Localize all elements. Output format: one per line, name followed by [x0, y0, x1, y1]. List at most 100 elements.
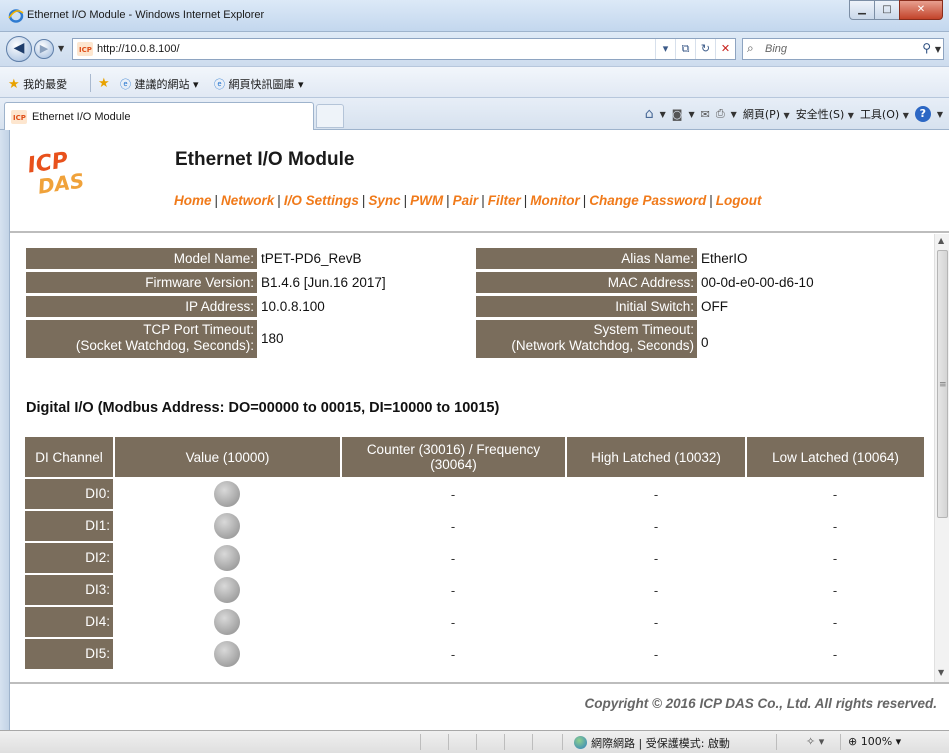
scroll-up-icon[interactable]: ▲	[938, 236, 944, 245]
low-latched-value: -	[832, 551, 838, 566]
tools-menu[interactable]: 工具(O) ▼	[860, 106, 909, 122]
back-button[interactable]: ◀	[6, 36, 32, 62]
scroll-down-icon[interactable]: ▼	[938, 668, 944, 677]
low-latched-value: -	[832, 615, 838, 630]
search-icon[interactable]: ⚲	[922, 41, 931, 55]
window-title: Ethernet I/O Module - Windows Internet E…	[27, 9, 265, 21]
main-nav: Home | Network | I/O Settings | Sync | PWM | Pair |…	[174, 193, 762, 208]
counter-value: -	[450, 647, 456, 662]
low-latched-value: -	[832, 519, 838, 534]
compatibility-view-icon[interactable]: ⧉	[675, 39, 695, 59]
search-dropdown-icon[interactable]: ▼	[935, 45, 941, 54]
high-latched-value: -	[653, 519, 659, 534]
safety-menu[interactable]: 安全性(S) ▼	[796, 106, 854, 122]
di-led-indicator	[214, 609, 240, 635]
read-mail-icon[interactable]: ✉	[701, 108, 710, 121]
web-slice-gallery-link[interactable]: ⓔ 網頁快訊圖庫 ▾	[214, 76, 304, 92]
counter-value: -	[450, 551, 456, 566]
mac-address-value: 00-0d-e0-00-d6-10	[701, 275, 814, 290]
nav-change-password-link[interactable]: Change Password	[589, 193, 706, 208]
security-zone[interactable]: 網際網路 | 受保護模式: 啟動	[574, 735, 730, 751]
tab-favicon-icon: ICP	[11, 110, 27, 124]
col-counter: Counter (30016) / Frequency (30064)	[342, 437, 565, 477]
mac-address-label: MAC Address:	[476, 272, 697, 293]
print-icon[interactable]: ⎙	[716, 107, 725, 121]
page-footer: Copyright © 2016 ICP DAS Co., Ltd. All r…	[10, 682, 949, 730]
stop-icon[interactable]: ✕	[715, 39, 735, 59]
tab-bar: ICP Ethernet I/O Module ⌂ ▼ ◙ ▼ ✉ ⎙ ▼ 網頁(P)…	[0, 98, 949, 130]
model-name-label: Model Name:	[26, 248, 257, 269]
initial-switch-value: OFF	[701, 299, 728, 314]
page-content: Model Name: tPET-PD6_RevB Firmware Versi…	[10, 234, 934, 682]
model-name-value: tPET-PD6_RevB	[261, 251, 362, 266]
di-channel-label: DI2:	[25, 543, 113, 573]
high-latched-value: -	[653, 551, 659, 566]
di-channel-label: DI5:	[25, 639, 113, 669]
copyright-text: Copyright © 2016 ICP DAS Co., Ltd. All r…	[584, 696, 937, 711]
col-counter-line2: (30064)	[430, 457, 477, 472]
tab-label: Ethernet I/O Module	[32, 111, 131, 123]
forward-button[interactable]: ▶	[34, 39, 54, 59]
close-button[interactable]: ✕	[899, 0, 943, 20]
add-favorite-icon[interactable]: ★	[98, 76, 110, 91]
refresh-icon[interactable]: ↻	[695, 39, 715, 59]
nav-logout-link[interactable]: Logout	[716, 193, 762, 208]
url-input[interactable]: ICP http://10.0.8.100/ ▾ ⧉ ↻ ✕	[72, 38, 736, 60]
firmware-version-label: Firmware Version:	[26, 272, 257, 293]
high-latched-value: -	[653, 647, 659, 662]
icpdas-logo: ICP DAS	[26, 148, 86, 197]
url-tools: ▾ ⧉ ↻ ✕	[655, 39, 735, 59]
suggested-sites-link[interactable]: ⓔ 建議的網站 ▾	[120, 76, 199, 92]
site-favicon-icon: ICP	[77, 42, 93, 56]
help-icon[interactable]: ?	[914, 106, 931, 122]
tab-ethernet-io-module[interactable]: ICP Ethernet I/O Module	[4, 102, 314, 130]
nav-pair-link[interactable]: Pair	[453, 193, 479, 208]
url-dropdown-icon[interactable]: ▾	[655, 39, 675, 59]
low-latched-value: -	[832, 583, 838, 598]
vertical-scrollbar[interactable]: ▲ ≡ ▼	[934, 234, 949, 682]
new-tab-button[interactable]	[316, 104, 344, 128]
favorites-bar: ★ 我的最愛 ★ ⓔ 建議的網站 ▾ ⓔ 網頁快訊圖庫 ▾	[0, 66, 949, 98]
feeds-icon[interactable]: ◙	[672, 108, 683, 121]
internet-globe-icon	[574, 736, 587, 749]
nav-pwm-link[interactable]: PWM	[410, 193, 443, 208]
system-timeout-label-line2: (Network Watchdog, Seconds)	[511, 338, 694, 353]
di-led-indicator	[214, 577, 240, 603]
svg-text:ICP: ICP	[79, 46, 92, 54]
protected-mode-icon[interactable]: ✧ ▾	[806, 735, 824, 748]
search-input[interactable]: ⌕ Bing ⚲ ▼	[742, 38, 944, 60]
nav-network-link[interactable]: Network	[221, 193, 274, 208]
di-channel-label: DI3:	[25, 575, 113, 605]
page-header: ICP DAS Ethernet I/O Module Home | Network…	[10, 131, 949, 231]
counter-value: -	[450, 487, 456, 502]
di-channel-label: DI1:	[25, 511, 113, 541]
history-dropdown-icon[interactable]: ▼	[58, 44, 64, 53]
nav-home-link[interactable]: Home	[174, 193, 212, 208]
maximize-button[interactable]: □	[874, 0, 900, 20]
scrollbar-grip-icon: ≡	[939, 380, 947, 390]
window-titlebar: Ethernet I/O Module - Windows Internet E…	[0, 0, 949, 32]
nav-sync-link[interactable]: Sync	[368, 193, 400, 208]
home-icon[interactable]: ⌂	[645, 106, 654, 122]
nav-monitor-link[interactable]: Monitor	[530, 193, 580, 208]
counter-value: -	[450, 583, 456, 598]
page-title: Ethernet I/O Module	[175, 149, 355, 170]
col-di-channel: DI Channel	[25, 437, 113, 477]
di-channel-label: DI0:	[25, 479, 113, 509]
page-menu[interactable]: 網頁(P) ▼	[743, 106, 790, 122]
digital-io-title: Digital I/O (Modbus Address: DO=00000 to…	[26, 400, 500, 416]
ie-logo-icon	[8, 9, 24, 23]
col-low-latched: Low Latched (10064)	[747, 437, 924, 477]
zoom-level[interactable]: ⊕ 100% ▾	[848, 735, 901, 748]
nav-filter-link[interactable]: Filter	[488, 193, 521, 208]
tcp-port-timeout-label-line1: TCP Port Timeout:	[143, 322, 254, 337]
di-channel-label: DI4:	[25, 607, 113, 637]
high-latched-value: -	[653, 615, 659, 630]
favorites-button[interactable]: ★ 我的最愛	[8, 76, 67, 92]
minimize-button[interactable]: ▁	[849, 0, 875, 20]
initial-switch-label: Initial Switch:	[476, 296, 697, 317]
counter-value: -	[450, 615, 456, 630]
di-led-indicator	[214, 545, 240, 571]
header-divider	[10, 231, 949, 233]
nav-io-settings-link[interactable]: I/O Settings	[284, 193, 359, 208]
